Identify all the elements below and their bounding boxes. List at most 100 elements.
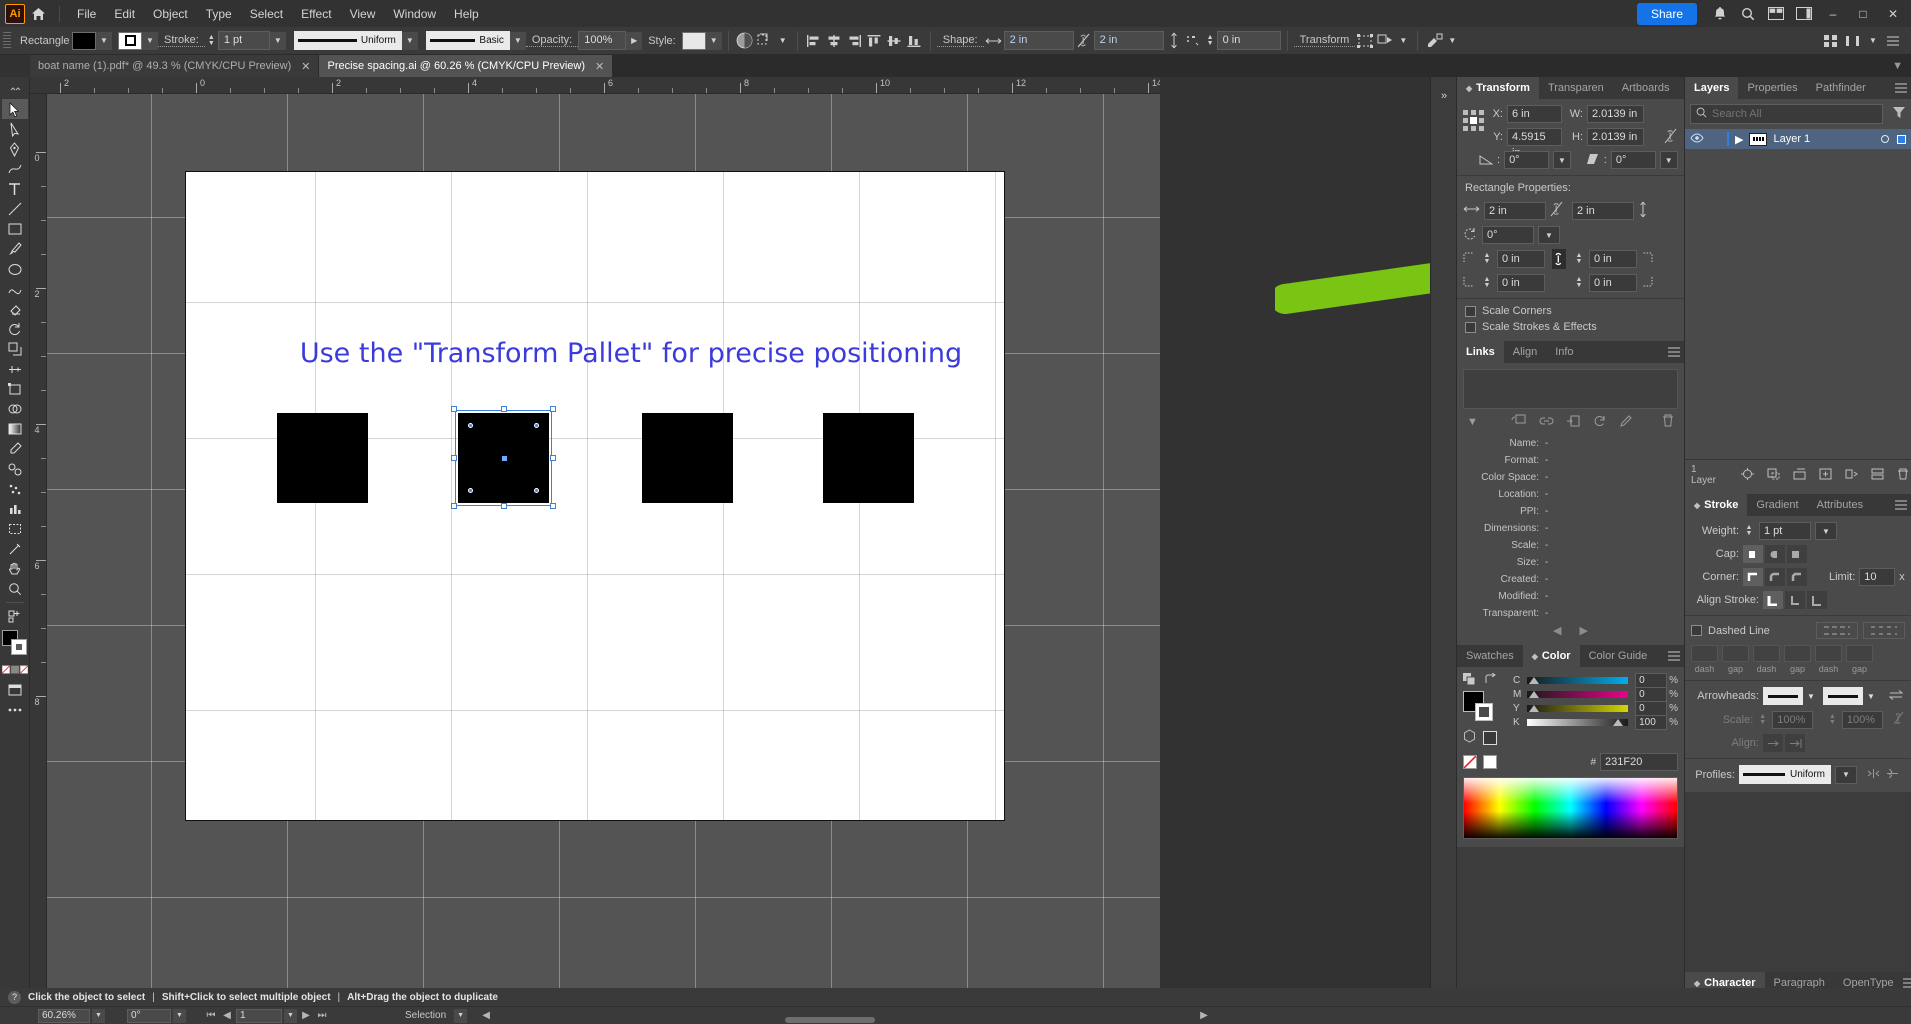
arrowhead-start-selector[interactable]: ▼ (1763, 687, 1819, 705)
shape-width-field[interactable]: 2 in (1003, 31, 1074, 50)
black-value[interactable]: 100 (1635, 714, 1668, 730)
handle-bottom-left[interactable] (451, 503, 457, 509)
tool-direct-selection[interactable] (2, 119, 28, 139)
delete-layer-icon[interactable] (1897, 468, 1909, 483)
brush-dropdown-icon[interactable]: ▼ (509, 31, 526, 50)
opacity-field[interactable]: 100% (578, 31, 627, 50)
menu-view[interactable]: View (341, 3, 385, 25)
document-tab-1[interactable]: boat name (1).pdf* @ 49.3 % (CMYK/CPU Pr… (30, 55, 320, 77)
constrain-wh-icon[interactable] (1664, 127, 1678, 148)
links-list[interactable] (1463, 369, 1678, 409)
dash-field-1[interactable] (1691, 645, 1718, 662)
opacity-flyout-icon[interactable]: ▶ (626, 31, 643, 50)
tool-line-segment[interactable] (2, 199, 28, 219)
release-to-layers-icon[interactable] (1871, 468, 1884, 483)
corner-radius-field[interactable]: 0 in (1216, 31, 1281, 50)
share-button[interactable]: Share (1636, 2, 1697, 25)
rectangle-1[interactable] (277, 413, 368, 503)
arrange-panel-icon[interactable] (1821, 31, 1841, 51)
tab-color-guide[interactable]: Color Guide (1579, 645, 1657, 667)
dash-field-3[interactable] (1815, 645, 1842, 662)
corner-tr-stepper[interactable]: ▲ ▼ (1573, 252, 1585, 265)
artboard-dropdown-icon[interactable]: ▼ (284, 1008, 297, 1023)
link-width-height-icon[interactable] (1074, 31, 1094, 51)
relink-icon[interactable] (1511, 414, 1526, 430)
flip-profile-vertical-icon[interactable] (1886, 768, 1899, 782)
tool-curvature[interactable] (2, 159, 28, 179)
tool-free-transform[interactable] (2, 379, 28, 399)
stroke-weight-dropdown-icon[interactable]: ▼ (269, 31, 286, 50)
rotate-angle-dropdown-icon[interactable]: ▼ (1552, 151, 1572, 169)
rotation-dropdown-icon[interactable]: ▼ (173, 1008, 186, 1023)
zoom-level-dropdown-icon[interactable]: ▼ (92, 1008, 105, 1023)
tool-blend[interactable] (2, 459, 28, 479)
black-thumb[interactable] (1613, 719, 1623, 726)
corner-radius-stepper[interactable]: ▲ ▼ (1204, 32, 1217, 50)
fill-dropdown-icon[interactable]: ▼ (96, 31, 112, 50)
magenta-slider-row[interactable]: M 0 % (1513, 686, 1678, 702)
stroke-color-swatch[interactable] (118, 31, 142, 50)
handle-top-right[interactable] (550, 406, 556, 412)
color-mode-buttons[interactable] (1, 660, 28, 680)
links-options-icon[interactable]: ▼ (1467, 416, 1478, 428)
distribute-dropdown-icon[interactable]: ▼ (1865, 32, 1881, 50)
layers-panel-menu-icon[interactable] (1891, 77, 1911, 99)
handle-middle-right[interactable] (550, 454, 556, 461)
rect-rotation-field[interactable]: 0° (1482, 226, 1534, 244)
menu-object[interactable]: Object (144, 3, 197, 25)
refpoint-tl[interactable] (1463, 110, 1468, 115)
rect-height-field[interactable]: 2 in (1572, 201, 1634, 220)
swap-arrowheads-icon[interactable] (1888, 689, 1904, 704)
opacity-mask-icon[interactable] (735, 31, 755, 51)
dashed-line-checkbox[interactable] (1691, 625, 1702, 636)
tool-ellipse[interactable] (2, 259, 28, 279)
gap-field-3[interactable] (1846, 645, 1873, 662)
tab-layers[interactable]: Layers (1685, 77, 1739, 99)
tab-transform[interactable]: ◆ Transform (1457, 77, 1539, 99)
fill-color-swatch[interactable] (72, 31, 96, 50)
magenta-thumb[interactable] (1529, 691, 1539, 698)
layer-expand-icon[interactable]: ▶ (1735, 133, 1743, 146)
document-setup-icon[interactable] (1424, 31, 1444, 51)
headline-text[interactable]: Use the "Transform Pallet" for precise p… (251, 338, 1011, 369)
corner-bl-stepper[interactable]: ▲ ▼ (1481, 276, 1493, 289)
flip-profile-horizontal-icon[interactable] (1867, 768, 1880, 782)
brush-selector[interactable]: Basic (425, 31, 510, 50)
fill-stroke-swap-target-icon[interactable] (1463, 673, 1476, 688)
dash-align-corners-icon[interactable] (1863, 622, 1905, 639)
links-next-icon[interactable]: ▶ (1580, 624, 1588, 637)
anchor-point-top-left[interactable] (468, 423, 473, 428)
handle-top-center[interactable] (500, 406, 507, 412)
toolbar-grip[interactable] (2, 79, 28, 99)
anchor-point-top-right[interactable] (534, 423, 539, 428)
align-top-icon[interactable] (864, 31, 884, 51)
cyan-slider-row[interactable]: C 0 % (1513, 672, 1678, 688)
workspace-switcher-icon[interactable] (1791, 2, 1817, 26)
white-color-swatch[interactable] (1483, 755, 1497, 769)
tool-hand[interactable] (2, 559, 28, 579)
y-field[interactable]: 4.5915 in (1507, 128, 1562, 159)
links-prev-icon[interactable]: ◀ (1553, 624, 1561, 637)
tab-overflow-icon[interactable]: ▼ (1884, 55, 1911, 77)
close-tab-1-icon[interactable]: ✕ (301, 60, 310, 73)
artboard-number-field[interactable]: 1 (236, 1008, 282, 1023)
tab-pathfinder[interactable]: Pathfinder (1806, 77, 1875, 99)
next-artboard-icon[interactable]: ▶ (299, 1010, 313, 1021)
refpoint-bc[interactable] (1471, 126, 1476, 131)
tool-slice[interactable] (2, 539, 28, 559)
cyan-ramp[interactable] (1527, 676, 1629, 684)
stroke-weight-value[interactable]: 1 pt (1759, 522, 1811, 540)
color-spectrum[interactable] (1463, 777, 1678, 839)
align-stroke-center-button[interactable] (1763, 591, 1783, 609)
dash-preserve-exact-icon[interactable] (1816, 622, 1858, 639)
collect-in-new-layer-icon[interactable] (1845, 468, 1858, 483)
horizontal-scrollbar[interactable] (455, 1015, 1215, 1024)
layer-name[interactable]: Layer 1 (1773, 133, 1810, 145)
corner-br-field[interactable]: 0 in (1589, 274, 1637, 292)
dash-field-2[interactable] (1753, 645, 1780, 662)
bevel-join-button[interactable] (1787, 568, 1807, 586)
control-bar-menu-icon[interactable] (1883, 31, 1903, 51)
tab-swatches[interactable]: Swatches (1457, 645, 1523, 667)
artboard[interactable]: Use the "Transform Pallet" for precise p… (186, 172, 1004, 820)
rotate-angle-field[interactable]: 0° (1504, 151, 1549, 169)
